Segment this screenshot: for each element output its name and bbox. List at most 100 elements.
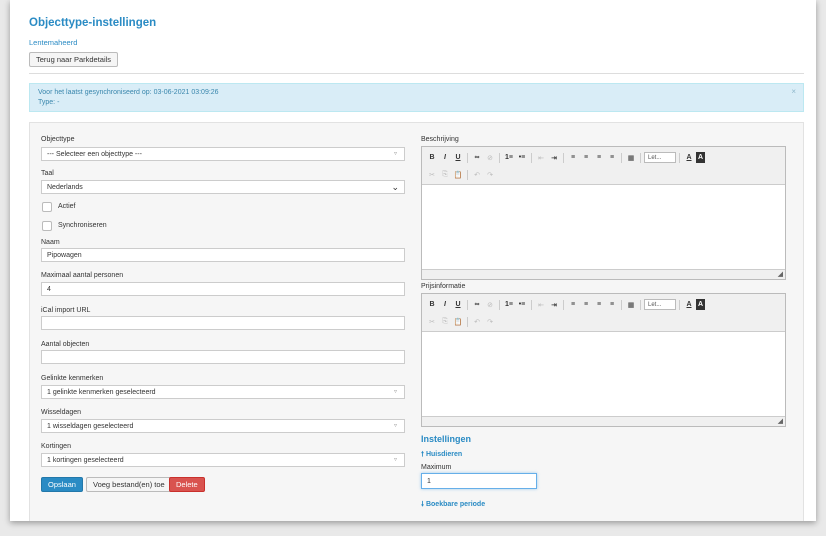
close-icon[interactable]: ×: [791, 87, 796, 97]
editor-statusbar: ◢: [422, 269, 785, 279]
chevron-down-icon: ⌄: [391, 182, 399, 192]
align-left-icon[interactable]: ≡: [567, 299, 579, 310]
bold-icon[interactable]: B: [426, 299, 438, 310]
align-right-icon[interactable]: ≡: [593, 152, 605, 163]
paste-icon[interactable]: 📋: [452, 316, 464, 327]
add-files-button[interactable]: Voeg bestand(en) toe: [86, 477, 172, 492]
font-size-combo[interactable]: Let...: [644, 299, 676, 310]
max-personen-label: Maximaal aantal personen: [41, 272, 124, 279]
aantal-objecten-input[interactable]: [41, 350, 405, 364]
save-button[interactable]: Opslaan: [41, 477, 83, 492]
ical-label: iCal import URL: [41, 307, 91, 314]
bullet-list-icon[interactable]: •≡: [516, 152, 528, 163]
naam-value: Pipowagen: [47, 251, 82, 259]
wisseldagen-select[interactable]: 1 wisseldagen geselecteerd ▿: [41, 419, 405, 433]
prijsinformatie-editor[interactable]: B I U ∞ ⊘ 1≡ •≡ ⇤ ⇥ ≡ ≡ ≡ ≡ ▦ Let... A A…: [421, 293, 786, 427]
maximum-input[interactable]: 1: [421, 473, 537, 489]
align-left-icon[interactable]: ≡: [567, 152, 579, 163]
divider: [29, 73, 804, 74]
font-size-combo[interactable]: Let...: [644, 152, 676, 163]
sync-type-text: Type: -: [38, 99, 60, 106]
arrow-down-icon: 🠗: [421, 501, 425, 508]
italic-icon[interactable]: I: [439, 299, 451, 310]
ordered-list-icon[interactable]: 1≡: [503, 152, 515, 163]
align-right-icon[interactable]: ≡: [593, 299, 605, 310]
link-icon[interactable]: ∞: [471, 299, 483, 310]
chevron-down-icon: ▿: [393, 389, 397, 395]
editor-toolbar: B I U ∞ ⊘ 1≡ •≡ ⇤ ⇥ ≡ ≡ ≡ ≡ ▦ Let... A A…: [422, 294, 785, 332]
objecttype-label: Objecttype: [41, 136, 75, 143]
copy-icon[interactable]: ⎘: [439, 169, 451, 180]
objecttype-select[interactable]: --- Selecteer een objecttype --- ▿: [41, 147, 405, 161]
outdent-icon[interactable]: ⇤: [535, 299, 547, 310]
taal-select[interactable]: Nederlands ⌄: [41, 180, 405, 194]
naam-input[interactable]: Pipowagen: [41, 248, 405, 262]
align-center-icon[interactable]: ≡: [580, 152, 592, 163]
max-personen-value: 4: [47, 285, 51, 293]
wisseldagen-value: 1 wisseldagen geselecteerd: [47, 422, 134, 430]
beschrijving-label: Beschrijving: [421, 136, 459, 143]
objecttype-value: --- Selecteer een objecttype ---: [47, 150, 142, 158]
chevron-down-icon: ▿: [393, 423, 397, 429]
paste-icon[interactable]: 📋: [452, 169, 464, 180]
ordered-list-icon[interactable]: 1≡: [503, 299, 515, 310]
text-color-icon[interactable]: A: [683, 152, 695, 163]
italic-icon[interactable]: I: [439, 152, 451, 163]
sync-date-text: Voor het laatst gesynchroniseerd op: 03-…: [38, 89, 219, 96]
app-window: Objecttype-instellingen Lentemaheerd Ter…: [10, 0, 816, 521]
align-justify-icon[interactable]: ≡: [606, 152, 618, 163]
unlink-icon[interactable]: ⊘: [484, 299, 496, 310]
delete-button[interactable]: Delete: [169, 477, 205, 492]
kenmerken-select[interactable]: 1 gelinkte kenmerken geselecteerd ▿: [41, 385, 405, 399]
actief-checkbox[interactable]: [42, 202, 52, 212]
table-icon[interactable]: ▦: [625, 299, 637, 310]
beschrijving-editor[interactable]: B I U ∞ ⊘ 1≡ •≡ ⇤ ⇥ ≡ ≡ ≡ ≡ ▦ Let... A A…: [421, 146, 786, 280]
ical-input[interactable]: [41, 316, 405, 330]
table-icon[interactable]: ▦: [625, 152, 637, 163]
redo-icon[interactable]: ↷: [484, 169, 496, 180]
underline-icon[interactable]: U: [452, 299, 464, 310]
resize-grip-icon[interactable]: ◢: [778, 417, 783, 425]
taal-label: Taal: [41, 170, 54, 177]
boekbare-periode-toggle[interactable]: 🠗 Boekbare periode: [421, 500, 485, 511]
indent-icon[interactable]: ⇥: [548, 299, 560, 310]
editor-toolbar: B I U ∞ ⊘ 1≡ •≡ ⇤ ⇥ ≡ ≡ ≡ ≡ ▦ Let... A A…: [422, 147, 785, 185]
bg-color-icon[interactable]: A: [696, 299, 705, 310]
naam-label: Naam: [41, 239, 60, 246]
underline-icon[interactable]: U: [452, 152, 464, 163]
kenmerken-label: Gelinkte kenmerken: [41, 375, 104, 382]
maximum-value: 1: [427, 477, 431, 485]
synchroniseren-checkbox[interactable]: [42, 221, 52, 231]
copy-icon[interactable]: ⎘: [439, 316, 451, 327]
wisseldagen-label: Wisseldagen: [41, 409, 82, 416]
huisdieren-toggle[interactable]: 🠕 Huisdieren: [421, 450, 462, 461]
cut-icon[interactable]: ✂: [426, 169, 438, 180]
huisdieren-label: Huisdieren: [425, 451, 463, 458]
indent-icon[interactable]: ⇥: [548, 152, 560, 163]
bg-color-icon[interactable]: A: [696, 152, 705, 163]
link-icon[interactable]: ∞: [471, 152, 483, 163]
back-to-park-button[interactable]: Terug naar Parkdetails: [29, 52, 119, 67]
actief-label: Actief: [58, 203, 76, 210]
align-justify-icon[interactable]: ≡: [606, 299, 618, 310]
instellingen-title: Instellingen: [421, 434, 472, 444]
kortingen-select[interactable]: 1 kortingen geselecteerd ▿: [41, 453, 405, 467]
resize-grip-icon[interactable]: ◢: [778, 270, 783, 278]
undo-icon[interactable]: ↶: [471, 169, 483, 180]
max-personen-input[interactable]: 4: [41, 282, 405, 296]
unlink-icon[interactable]: ⊘: [484, 152, 496, 163]
outdent-icon[interactable]: ⇤: [535, 152, 547, 163]
align-center-icon[interactable]: ≡: [580, 299, 592, 310]
redo-icon[interactable]: ↷: [484, 316, 496, 327]
text-color-icon[interactable]: A: [683, 299, 695, 310]
bold-icon[interactable]: B: [426, 152, 438, 163]
form-panel: Objecttype --- Selecteer een objecttype …: [29, 122, 804, 521]
bullet-list-icon[interactable]: •≡: [516, 299, 528, 310]
page-title: Objecttype-instellingen: [29, 17, 157, 29]
undo-icon[interactable]: ↶: [471, 316, 483, 327]
park-name: Lentemaheerd: [29, 38, 78, 47]
editor-statusbar: ◢: [422, 416, 785, 426]
cut-icon[interactable]: ✂: [426, 316, 438, 327]
arrow-up-icon: 🠕: [421, 451, 425, 458]
taal-value: Nederlands: [47, 183, 83, 191]
